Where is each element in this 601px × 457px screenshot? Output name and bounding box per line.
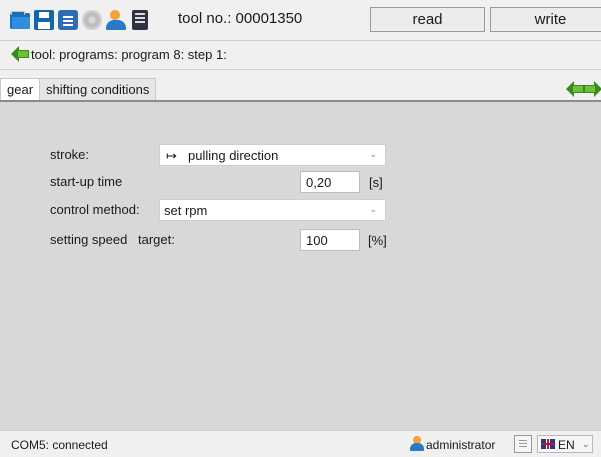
- stroke-value: pulling direction: [188, 148, 279, 163]
- current-user: administrator: [426, 438, 496, 452]
- tab-shifting-conditions[interactable]: shifting conditions: [39, 78, 157, 100]
- arrow-to-right-icon: ↦: [166, 148, 177, 163]
- stroke-label: stroke:: [50, 147, 90, 162]
- chevron-down-icon: ⌄: [582, 439, 590, 449]
- setting-speed-unit: [%]: [368, 233, 387, 248]
- control-method-select[interactable]: set rpm ⌄: [159, 199, 386, 221]
- gear-panel: stroke: ↦ pulling direction ⌄ start-up ti…: [0, 102, 601, 430]
- status-bar: COM5: connected administrator EN ⌄: [0, 430, 601, 457]
- breadcrumb-text: tool: programs: program 8: step 1:: [31, 47, 227, 62]
- language-value: EN: [558, 438, 575, 452]
- document-icon[interactable]: [58, 10, 78, 30]
- next-arrow-icon[interactable]: [584, 80, 601, 98]
- log-button[interactable]: [514, 435, 532, 453]
- chevron-down-icon: ⌄: [369, 204, 377, 214]
- users-icon[interactable]: [106, 10, 126, 30]
- stroke-select[interactable]: ↦ pulling direction ⌄: [159, 144, 386, 166]
- tab-gear[interactable]: gear: [0, 78, 41, 100]
- read-button[interactable]: read: [370, 7, 485, 32]
- uk-flag-icon: [541, 439, 555, 449]
- open-folder-icon[interactable]: [10, 10, 30, 30]
- toolbar: tool no.: 00001350 read write: [0, 0, 601, 41]
- save-icon[interactable]: [34, 10, 54, 30]
- user-icon: [410, 436, 424, 451]
- setting-speed-target-label: target:: [138, 232, 175, 247]
- setting-speed-input[interactable]: 100: [300, 229, 360, 251]
- tab-strip: gear shifting conditions: [0, 78, 157, 100]
- control-method-label: control method:: [50, 202, 140, 217]
- back-arrow-icon[interactable]: [11, 45, 29, 63]
- previous-arrow-icon[interactable]: [566, 80, 584, 98]
- tool-number: tool no.: 00001350: [178, 10, 303, 27]
- settings-gear-icon[interactable]: [82, 10, 102, 30]
- startup-time-label: start-up time: [50, 174, 123, 189]
- setting-speed-label: setting speed: [50, 232, 128, 247]
- connection-status: COM5: connected: [11, 438, 108, 452]
- control-method-value: set rpm: [164, 203, 208, 218]
- language-select[interactable]: EN ⌄: [537, 435, 593, 453]
- write-button[interactable]: write: [490, 7, 601, 32]
- breadcrumb: tool: programs: program 8: step 1:: [0, 41, 601, 70]
- tool-device-icon[interactable]: [132, 10, 148, 30]
- startup-time-unit: [s]: [369, 175, 383, 190]
- chevron-down-icon: ⌄: [369, 149, 377, 159]
- startup-time-input[interactable]: 0,20: [300, 171, 360, 193]
